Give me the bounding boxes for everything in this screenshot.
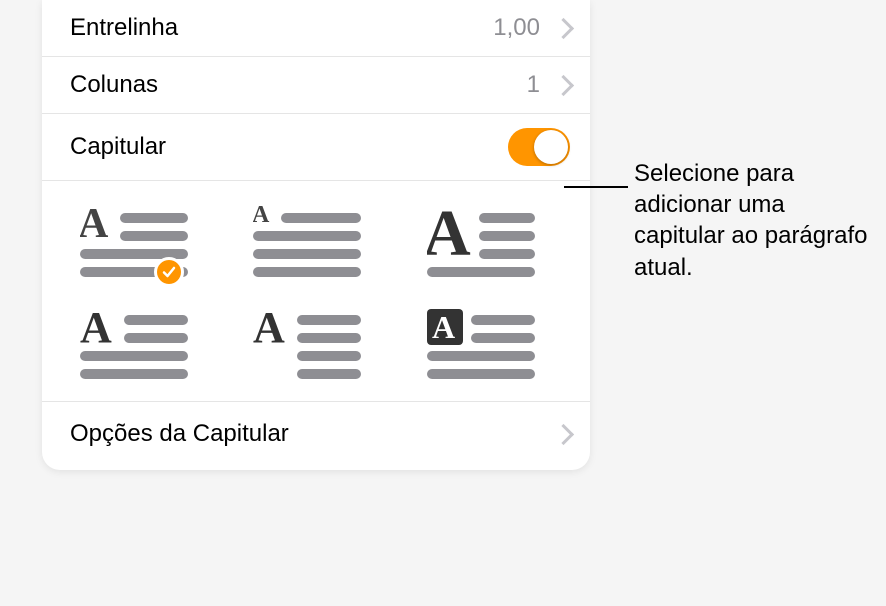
chevron-right-icon <box>558 18 570 38</box>
drop-cap-style-2[interactable]: A <box>253 205 365 285</box>
drop-cap-toggle[interactable] <box>508 128 570 166</box>
drop-cap-label: Capitular <box>70 133 166 161</box>
line-spacing-value: 1,00 <box>493 14 540 42</box>
toggle-knob <box>534 130 568 164</box>
row-line-spacing[interactable]: Entrelinha 1,00 <box>42 0 590 57</box>
callout-text: Selecione para adicionar uma capitular a… <box>634 158 874 283</box>
row-columns[interactable]: Colunas 1 <box>42 57 590 114</box>
chevron-right-icon <box>558 424 570 444</box>
drop-cap-style-3[interactable]: A <box>427 205 539 285</box>
checkmark-icon <box>154 257 184 287</box>
callout-line <box>564 186 628 188</box>
svg-text:A: A <box>80 307 112 352</box>
row-drop-cap: Capitular <box>42 114 590 181</box>
drop-cap-style-1[interactable]: A <box>80 205 192 285</box>
format-panel: Entrelinha 1,00 Colunas 1 Capitular A <box>42 0 590 470</box>
svg-text:A: A <box>427 205 471 270</box>
drop-cap-style-5[interactable]: A <box>253 307 365 387</box>
svg-text:A: A <box>253 307 285 352</box>
row-drop-cap-options[interactable]: Opções da Capitular <box>42 402 590 466</box>
columns-label: Colunas <box>70 71 158 99</box>
chevron-right-icon <box>558 75 570 95</box>
svg-text:A: A <box>80 205 109 247</box>
svg-text:A: A <box>253 205 270 228</box>
svg-text:A: A <box>432 309 455 345</box>
drop-cap-options-label: Opções da Capitular <box>70 420 289 448</box>
columns-value: 1 <box>527 71 540 99</box>
drop-cap-style-4[interactable]: A <box>80 307 192 387</box>
drop-cap-styles-grid: A A A <box>42 181 590 402</box>
line-spacing-label: Entrelinha <box>70 14 178 42</box>
drop-cap-style-6[interactable]: A <box>427 307 539 387</box>
